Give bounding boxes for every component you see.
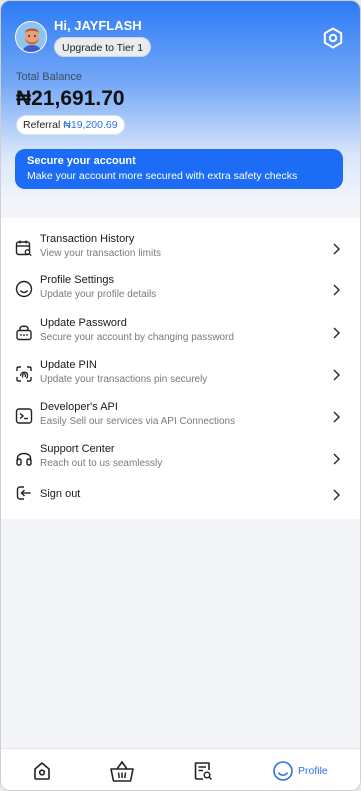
fingerprint-icon bbox=[16, 366, 32, 382]
menu-item-sign-out[interactable]: Sign out bbox=[1, 481, 360, 521]
menu-item-title: Transaction History bbox=[40, 233, 135, 245]
nav-shop[interactable] bbox=[109, 760, 135, 784]
sign-out-icon bbox=[16, 486, 31, 500]
hexagon-settings-icon bbox=[323, 27, 343, 49]
menu-item-subtitle: View your transaction limits bbox=[40, 248, 161, 259]
secure-card-subtitle: Make your account more secured with extr… bbox=[27, 170, 298, 182]
referral-badge[interactable]: Referral ₦19,200.69 bbox=[16, 115, 125, 135]
menu-item-support-center[interactable]: Support Center Reach out to us seamlessl… bbox=[1, 439, 360, 479]
lock-icon bbox=[16, 325, 32, 341]
chevron-right-icon bbox=[333, 327, 341, 339]
menu-item-subtitle: Secure your account by changing password bbox=[40, 332, 235, 343]
settings-menu: Transaction History View your transactio… bbox=[1, 218, 360, 519]
nav-profile-label: Profile bbox=[298, 765, 328, 777]
menu-item-title: Profile Settings bbox=[40, 274, 114, 286]
menu-item-title: Update Password bbox=[40, 317, 127, 329]
home-icon bbox=[34, 762, 50, 780]
chevron-right-icon bbox=[333, 369, 341, 381]
menu-item-title: Support Center bbox=[40, 443, 115, 455]
chevron-right-icon bbox=[333, 453, 341, 465]
settings-button[interactable] bbox=[321, 26, 345, 50]
nav-home[interactable] bbox=[31, 760, 53, 784]
chevron-right-icon bbox=[333, 411, 341, 423]
chevron-right-icon bbox=[333, 284, 341, 296]
smiley-icon bbox=[15, 280, 33, 298]
greeting-text: Hi, JAYFLASH bbox=[54, 18, 142, 33]
terminal-icon bbox=[15, 408, 33, 424]
menu-item-update-password[interactable]: Update Password Secure your account by c… bbox=[1, 313, 360, 353]
chevron-right-icon bbox=[333, 489, 341, 501]
bottom-nav: Profile bbox=[1, 748, 360, 790]
menu-item-subtitle: Easily Sell our services via API Connect… bbox=[40, 416, 236, 427]
avatar[interactable] bbox=[15, 21, 47, 53]
secure-card-title: Secure your account bbox=[27, 155, 136, 167]
profile-header: Hi, JAYFLASH Upgrade to Tier 1 Total Bal… bbox=[1, 1, 360, 206]
secure-account-card[interactable]: Secure your account Make your account mo… bbox=[15, 149, 343, 189]
basket-icon bbox=[110, 760, 134, 782]
receipt-search-icon bbox=[194, 762, 213, 781]
chevron-right-icon bbox=[333, 243, 341, 255]
avatar-icon bbox=[16, 22, 46, 52]
headphones-icon bbox=[16, 452, 32, 466]
menu-item-title: Developer's API bbox=[40, 401, 118, 413]
upgrade-tier-button[interactable]: Upgrade to Tier 1 bbox=[54, 37, 152, 57]
smiley-icon bbox=[273, 761, 293, 781]
balance-amount: ₦21,691.70 bbox=[16, 87, 125, 110]
menu-item-profile-settings[interactable]: Profile Settings Update your profile det… bbox=[1, 270, 360, 310]
calendar-search-icon bbox=[15, 240, 32, 257]
menu-item-subtitle: Update your profile details bbox=[40, 289, 157, 300]
referral-label: Referral bbox=[23, 119, 61, 131]
menu-item-developers-api[interactable]: Developer's API Easily Sell our services… bbox=[1, 397, 360, 437]
menu-item-title: Update PIN bbox=[40, 359, 97, 371]
nav-transactions[interactable] bbox=[192, 760, 214, 784]
balance-label: Total Balance bbox=[16, 71, 83, 83]
menu-item-update-pin[interactable]: Update PIN Update your transactions pin … bbox=[1, 355, 360, 395]
referral-value: ₦19,200.69 bbox=[63, 119, 118, 131]
menu-item-transaction-history[interactable]: Transaction History View your transactio… bbox=[1, 229, 360, 269]
menu-item-subtitle: Reach out to us seamlessly bbox=[40, 458, 163, 469]
menu-item-title: Sign out bbox=[40, 488, 81, 500]
app-frame: Hi, JAYFLASH Upgrade to Tier 1 Total Bal… bbox=[0, 0, 361, 791]
nav-profile[interactable]: Profile bbox=[272, 760, 332, 784]
menu-item-subtitle: Update your transactions pin securely bbox=[40, 374, 208, 385]
